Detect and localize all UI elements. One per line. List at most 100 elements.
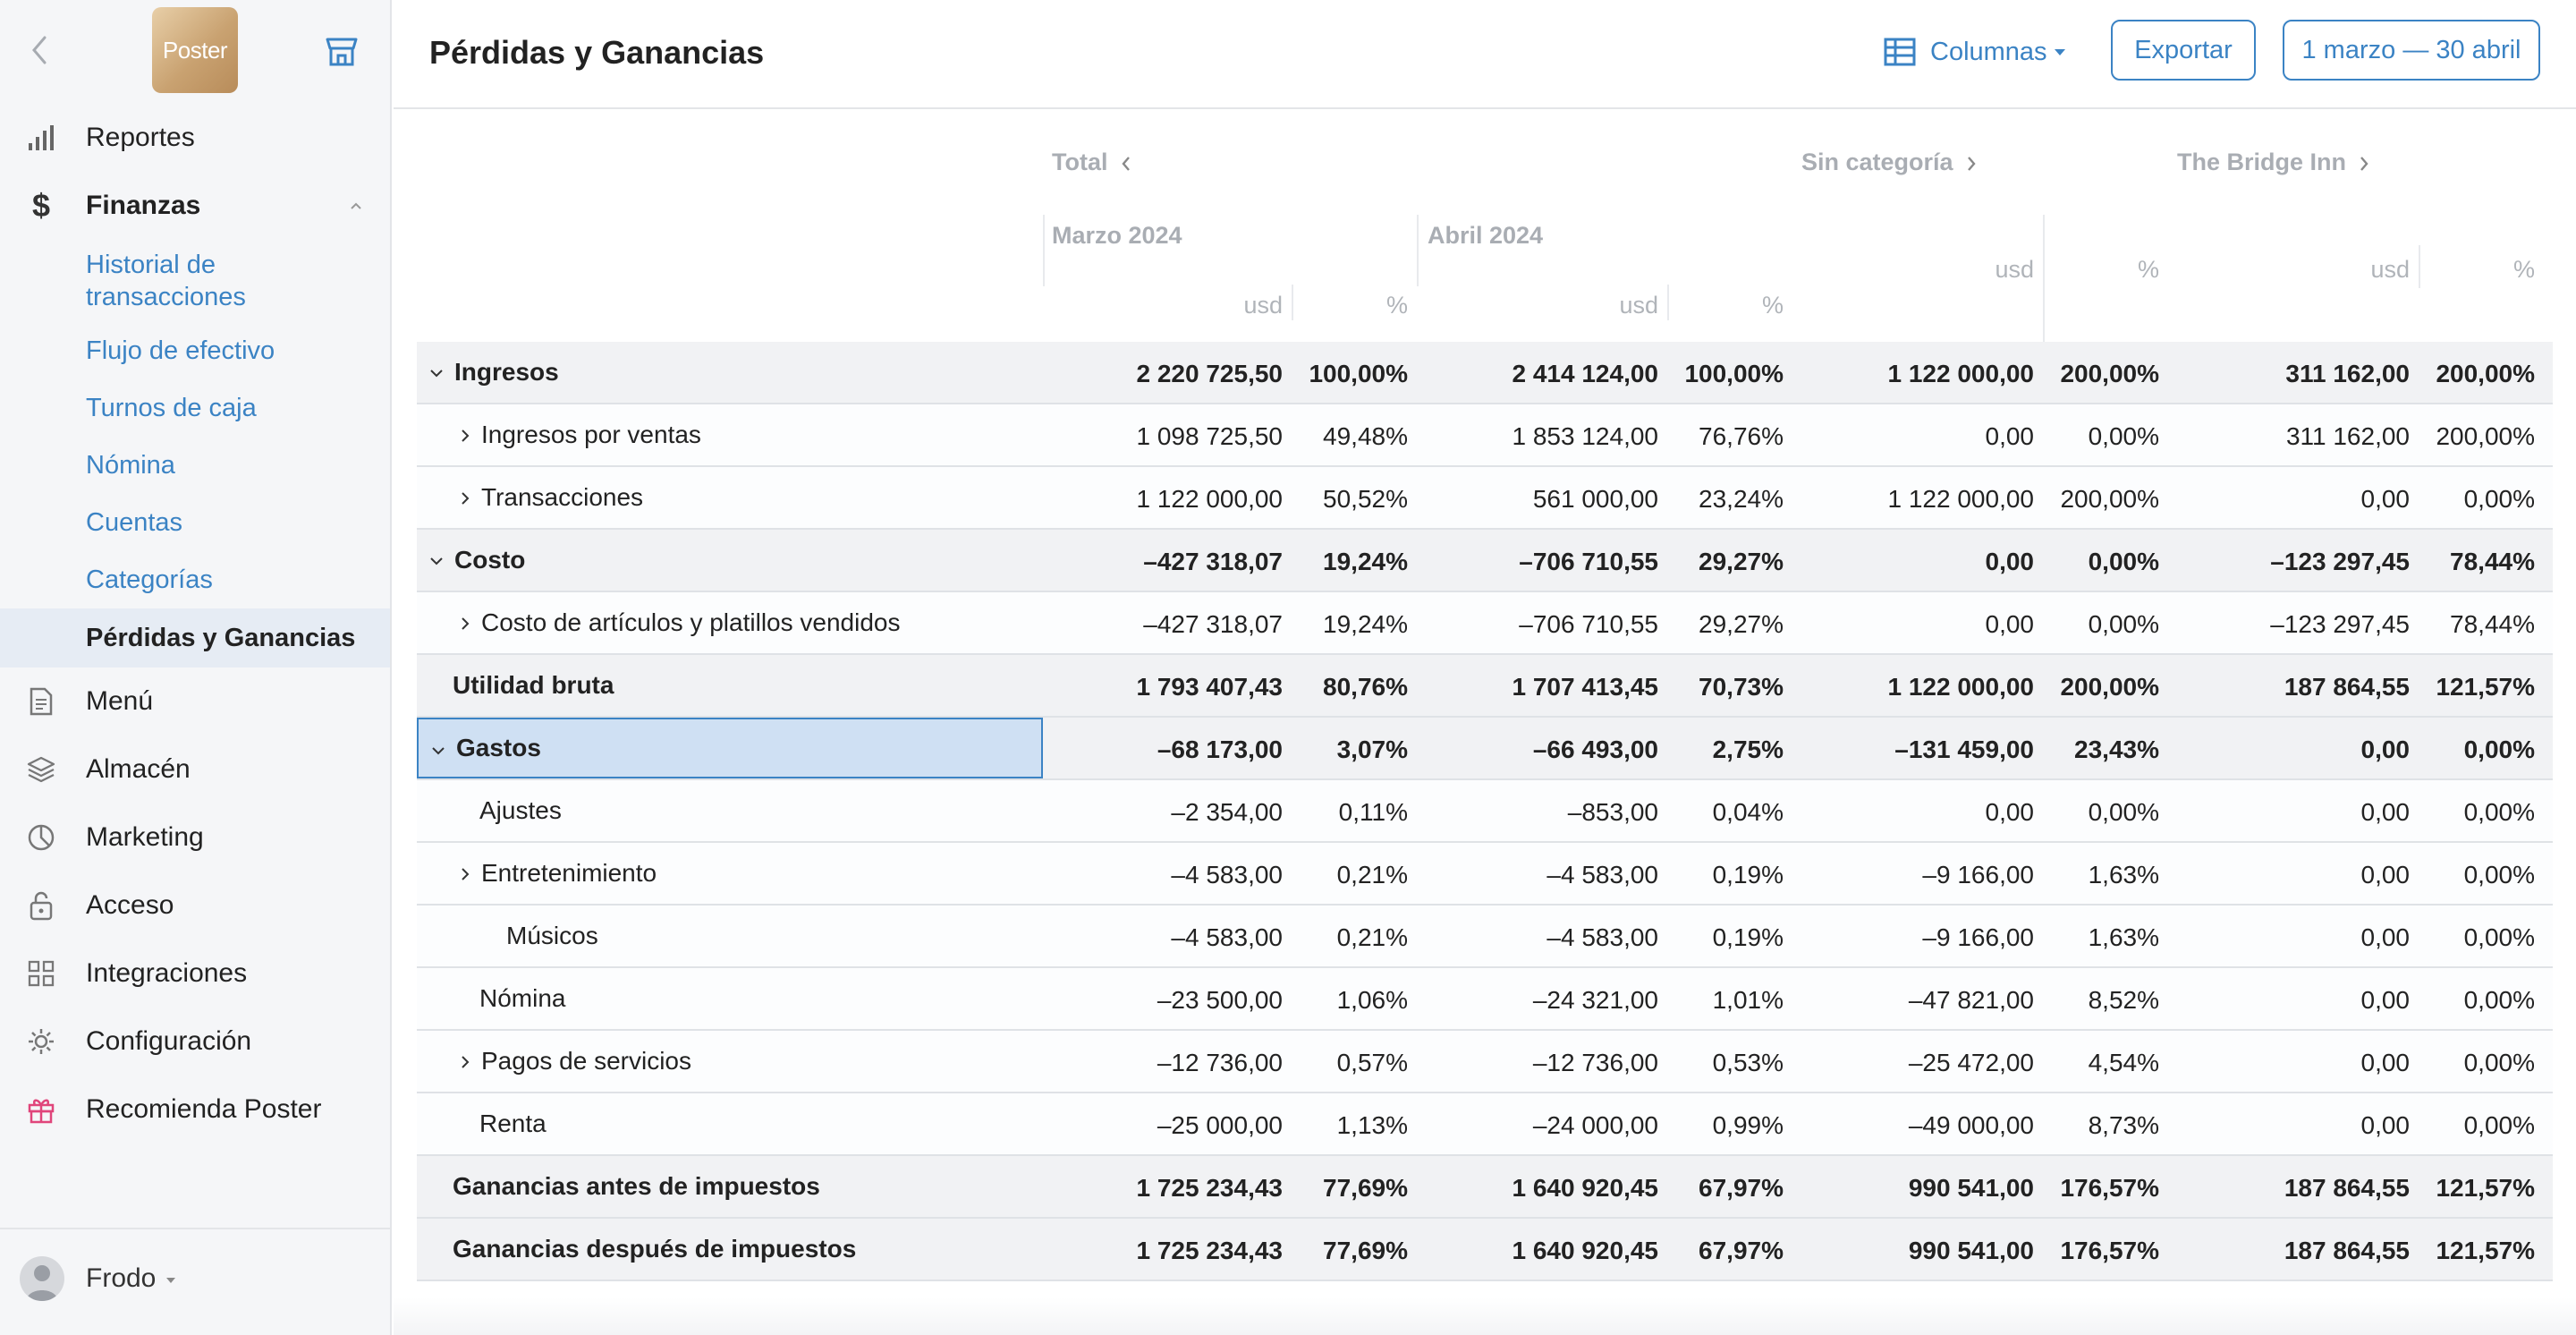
row-name-cell[interactable]: Utilidad bruta xyxy=(417,655,1043,716)
export-button[interactable]: Exportar xyxy=(2111,20,2256,81)
table-row[interactable]: Músicos –4 583,00 0,21% –4 583,00 0,19% –9 16… xyxy=(417,906,2553,968)
sub-item-cuentas[interactable]: Cuentas xyxy=(0,494,390,551)
cell-percent: 0,00% xyxy=(2463,861,2535,889)
cell-percent: 0,00% xyxy=(2463,923,2535,951)
row-label: Pagos de servicios xyxy=(481,1047,692,1075)
cell-amount: –123 297,45 xyxy=(2270,610,2410,638)
store-icon[interactable] xyxy=(324,36,360,68)
cell-amount: 0,00 xyxy=(2360,798,2411,826)
table-row[interactable]: Costo de artículos y platillos vendidos –… xyxy=(417,592,2553,655)
table-row[interactable]: Costo –427 318,07 19,24% –706 710,55 29,27% 0… xyxy=(417,530,2553,592)
sidebar-item-label: Integraciones xyxy=(86,958,248,988)
table-row[interactable]: Transacciones 1 122 000,00 50,52% 561 000,0… xyxy=(417,467,2553,530)
cell-percent: 176,57% xyxy=(2060,1237,2159,1264)
cell-percent: 19,24% xyxy=(1323,548,1408,575)
group-header-bridge-inn[interactable]: The Bridge Inn xyxy=(2177,149,2369,176)
grid-icon xyxy=(25,957,57,990)
cell-amount: 990 541,00 xyxy=(1908,1174,2034,1202)
sidebar-item-acceso[interactable]: Acceso xyxy=(0,872,390,940)
row-name-cell[interactable]: Gastos xyxy=(417,718,1043,778)
sub-item-perdidas-ganancias[interactable]: Pérdidas y Ganancias xyxy=(0,608,390,668)
table-body: Ingresos 2 220 725,50 100,00% 2 414 124,00 1… xyxy=(417,342,2553,1281)
sidebar-item-almacen[interactable]: Almacén xyxy=(0,736,390,804)
cell-amount: 0,00 xyxy=(2360,1111,2411,1139)
table-row[interactable]: Pagos de servicios –12 736,00 0,57% –12 736… xyxy=(417,1031,2553,1093)
cell-percent: 19,24% xyxy=(1323,610,1408,638)
chevron-right-icon[interactable] xyxy=(458,866,472,882)
table-row[interactable]: Entretenimiento –4 583,00 0,21% –4 583,00 0,… xyxy=(417,843,2553,906)
column-divider xyxy=(1667,285,1669,320)
cell-percent: 0,11% xyxy=(1338,798,1408,826)
chevron-up-icon[interactable] xyxy=(349,200,363,211)
sidebar-item-finanzas[interactable]: $ Finanzas xyxy=(0,172,390,240)
row-name-cell[interactable]: Nómina xyxy=(417,968,1043,1029)
sidebar-item-marketing[interactable]: Marketing xyxy=(0,804,390,872)
row-name-cell[interactable]: Ingresos por ventas xyxy=(417,404,1043,465)
table-row[interactable]: Gastos –68 173,00 3,07% –66 493,00 2,75% –131… xyxy=(417,718,2553,780)
chevron-down-icon[interactable] xyxy=(429,365,444,381)
chevron-right-icon[interactable] xyxy=(458,490,472,506)
sidebar-item-label: Almacén xyxy=(86,754,191,784)
sidebar: Poster Reportes $ Finanzas Historial de … xyxy=(0,0,392,1335)
row-name-cell[interactable]: Pagos de servicios xyxy=(417,1031,1043,1092)
table-row[interactable]: Ganancias después de impuestos 1 725 234,… xyxy=(417,1219,2553,1281)
sidebar-item-configuracion[interactable]: Configuración xyxy=(0,1008,390,1076)
row-name-cell[interactable]: Renta xyxy=(417,1093,1043,1154)
page-header: Pérdidas y Ganancias Columnas Exportar 1… xyxy=(394,0,2576,109)
table-row[interactable]: Utilidad bruta 1 793 407,43 80,76% 1 707 41… xyxy=(417,655,2553,718)
row-name-cell[interactable]: Ganancias después de impuestos xyxy=(417,1219,1043,1280)
table-row[interactable]: Ganancias antes de impuestos 1 725 234,43… xyxy=(417,1156,2553,1219)
chevron-right-icon xyxy=(1967,157,1976,171)
back-arrow-icon[interactable] xyxy=(27,32,52,68)
finanzas-submenu: Historial de transacciones Flujo de efec… xyxy=(0,240,390,668)
sidebar-item-integraciones[interactable]: Integraciones xyxy=(0,940,390,1008)
group-header-total[interactable]: Total xyxy=(1052,149,1131,176)
cell-amount: 1 122 000,00 xyxy=(1136,485,1284,513)
group-header-sin-categoria[interactable]: Sin categoría xyxy=(1801,149,1977,176)
sidebar-item-recomienda[interactable]: Recomienda Poster xyxy=(0,1076,390,1144)
row-name-cell[interactable]: Ganancias antes de impuestos xyxy=(417,1156,1043,1217)
user-menu[interactable]: Frodo xyxy=(0,1228,390,1335)
row-name-cell[interactable]: Ingresos xyxy=(417,342,1043,403)
cell-amount: 1 122 000,00 xyxy=(1887,360,2035,387)
cell-percent: 1,13% xyxy=(1336,1111,1408,1139)
row-name-cell[interactable]: Ajustes xyxy=(417,780,1043,841)
row-name-cell[interactable]: Costo de artículos y platillos vendidos xyxy=(417,592,1043,653)
sub-item-flujo[interactable]: Flujo de efectivo xyxy=(0,322,390,379)
sub-item-turnos[interactable]: Turnos de caja xyxy=(0,379,390,437)
cell-percent: 0,99% xyxy=(1712,1111,1784,1139)
cell-amount: 0,00 xyxy=(2360,861,2411,889)
cell-percent: 0,00% xyxy=(2088,422,2159,450)
chevron-right-icon[interactable] xyxy=(458,1054,472,1070)
user-name: Frodo xyxy=(86,1263,157,1293)
row-name-cell[interactable]: Entretenimiento xyxy=(417,843,1043,904)
cell-percent: 76,76% xyxy=(1699,422,1784,450)
chevron-right-icon[interactable] xyxy=(458,428,472,444)
table-row[interactable]: Ajustes –2 354,00 0,11% –853,00 0,04% 0,00 0,0… xyxy=(417,780,2553,843)
sidebar-item-reportes[interactable]: Reportes xyxy=(0,104,390,172)
period-header-abril: Abril 2024 xyxy=(1428,222,1544,249)
table-header: Total Sin categoría The Bridge Inn Marzo… xyxy=(417,109,2553,347)
sub-item-historial[interactable]: Historial de transacciones xyxy=(0,240,390,322)
columns-button[interactable]: Columnas xyxy=(1884,30,2065,73)
date-range-button[interactable]: 1 marzo — 30 abril xyxy=(2283,20,2540,81)
app-logo[interactable]: Poster xyxy=(152,7,238,93)
sidebar-item-label: Menú xyxy=(86,686,154,716)
row-name-cell[interactable]: Costo xyxy=(417,530,1043,591)
cell-amount: –427 318,07 xyxy=(1143,548,1283,575)
sub-item-nomina[interactable]: Nómina xyxy=(0,437,390,494)
cell-amount: –9 166,00 xyxy=(1922,861,2034,889)
chevron-right-icon[interactable] xyxy=(458,616,472,632)
table-row[interactable]: Nómina –23 500,00 1,06% –24 321,00 1,01% –47 … xyxy=(417,968,2553,1031)
chevron-down-icon[interactable] xyxy=(429,553,444,569)
table-row[interactable]: Renta –25 000,00 1,13% –24 000,00 0,99% –49 0… xyxy=(417,1093,2553,1156)
chevron-down-icon[interactable] xyxy=(431,743,445,759)
row-name-cell[interactable]: Músicos xyxy=(417,906,1043,966)
unit-usd: usd xyxy=(1619,292,1658,319)
sidebar-item-menu[interactable]: Menú xyxy=(0,668,390,736)
row-name-cell[interactable]: Transacciones xyxy=(417,467,1043,528)
sub-item-categorias[interactable]: Categorías xyxy=(0,551,390,608)
table-row[interactable]: Ingresos 2 220 725,50 100,00% 2 414 124,00 1… xyxy=(417,342,2553,404)
cell-percent: 0,21% xyxy=(1336,861,1408,889)
table-row[interactable]: Ingresos por ventas 1 098 725,50 49,48% 1 8… xyxy=(417,404,2553,467)
